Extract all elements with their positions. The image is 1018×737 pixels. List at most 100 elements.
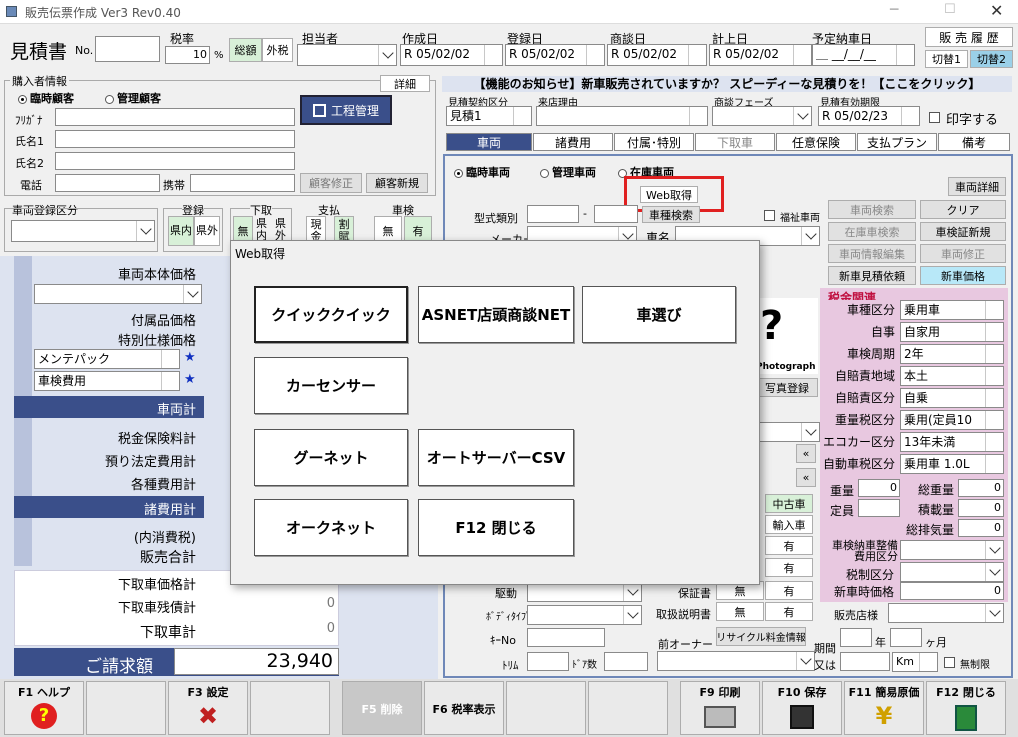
quickquick-button[interactable]: クイッククイック [254,286,408,343]
collapse-button-1[interactable]: « [796,444,816,463]
stock-search-button[interactable]: 在庫車検索 [828,222,916,241]
minimize-icon[interactable]: ─ [890,2,898,18]
contract-select[interactable]: 見積1 [446,106,532,126]
cost-division-select[interactable] [900,540,1004,560]
switch1-button[interactable]: 切替1 [925,50,968,68]
body-price-select[interactable] [34,284,202,304]
tax-row-select-0[interactable]: 乗用車 [900,300,1004,320]
tax-row-select-5[interactable]: 乗用(定員10 [900,410,1004,430]
name2-input[interactable] [55,152,295,170]
f10-save-button[interactable]: F10 保存 [762,681,842,735]
displacement-input[interactable]: 0 [958,519,1004,537]
inspect-cost-select[interactable]: 車検費用 [34,371,180,391]
prev-owner-select[interactable] [657,651,815,671]
notice-banner[interactable]: 【機能のお知らせ】新車販売されていますか？ スピーディーな見積りを！【ここをクリ… [442,76,1012,92]
tax-rate-input[interactable]: 10 [165,46,210,64]
f2-empty-button[interactable] [86,681,166,735]
tax-row-select-6[interactable]: 13年未満 [900,432,1004,452]
load-input[interactable]: 0 [958,499,1004,517]
f5-delete-button[interactable]: F5 削除 [342,681,422,735]
collapse-button-2[interactable]: « [796,468,816,487]
validity-date[interactable]: R 05/02/23 [818,106,920,126]
capacity-input[interactable] [858,499,900,517]
booked-date[interactable]: R 05/02/02 [709,44,812,66]
f1-help-button[interactable]: F1 ヘルプ? [4,681,84,735]
dealer-select[interactable] [888,603,1004,623]
autoserver-csv-button[interactable]: オートサーバーCSV [418,429,574,486]
vehicle-info-edit-button[interactable]: 車両情報編集 [828,244,916,263]
yes-toggle-2[interactable]: 有 [765,558,813,577]
manual-yes-toggle[interactable]: 有 [765,602,813,621]
tax-row-select-2[interactable]: 2年 [900,344,1004,364]
new-price-button[interactable]: 新車価格 [920,266,1006,285]
tab-accessories[interactable]: 付属･特別 [614,133,694,151]
recycle-info-button[interactable]: リサイクル料金情報 [716,627,806,646]
inspect-new-button[interactable]: 車検証新規 [920,222,1006,241]
delivery-date[interactable]: ＿ __/__/__ [812,44,915,66]
photo-register-button[interactable]: 写真登録 [756,378,818,397]
created-date[interactable]: R 05/02/02 [400,44,503,66]
tax-total-toggle[interactable]: 総額 [229,38,262,62]
radio-temp-customer[interactable]: 臨時顧客 [18,90,74,106]
trade-in-toggle[interactable]: 県内 [256,218,268,242]
registered-date[interactable]: R 05/02/02 [505,44,605,66]
aucnet-button[interactable]: オークネット [254,499,408,556]
new-estimate-button[interactable]: 新車見積依頼 [828,266,916,285]
model-input-1[interactable] [527,205,579,223]
km-unit-select[interactable]: Km [892,652,938,672]
tab-vehicle[interactable]: 車両 [446,133,532,151]
tab-insurance[interactable]: 任意保険 [776,133,856,151]
tax-row-select-7[interactable]: 乗用車 1.0L [900,454,1004,474]
model-search-button[interactable]: 車種検索 [642,206,700,223]
maximize-icon[interactable]: ☐ [944,2,956,17]
f3-settings-button[interactable]: F3 設定 ✖ [168,681,248,735]
yes-toggle-1[interactable]: 有 [765,536,813,555]
kana-input[interactable] [55,108,295,126]
goonet-button[interactable]: グーネット [254,429,408,486]
period-year-input[interactable] [840,628,872,647]
tax-row-select-4[interactable]: 自乗 [900,388,1004,408]
close-icon[interactable]: ✕ [990,1,1003,20]
staff-select[interactable] [297,44,397,66]
vehicle-reg-select[interactable] [11,220,155,242]
f7-empty-button[interactable] [506,681,586,735]
maint-pack-select[interactable]: メンテパック [34,349,180,369]
phone-input[interactable] [55,174,160,192]
dialog-close-button[interactable]: F12 閉じる [418,499,574,556]
clear-button[interactable]: クリア [920,200,1006,219]
drive-select[interactable] [527,582,642,602]
key-input[interactable] [527,628,605,647]
warranty-yes-toggle[interactable]: 有 [765,581,813,600]
welfare-checkbox[interactable] [764,210,775,221]
doors-input[interactable] [604,652,648,671]
tab-fees[interactable]: 諸費用 [533,133,613,151]
new-car-price-input[interactable]: 0 [900,582,1004,600]
reg-in-toggle[interactable]: 県内 [168,216,194,246]
customer-edit-button[interactable]: 顧客修正 [300,173,362,193]
visit-reason-select[interactable] [536,106,708,126]
vehicle-detail-button[interactable]: 車両詳細 [948,177,1006,196]
radio-mgmt-vehicle[interactable]: 管理車両 [540,164,596,180]
f11-cost-button[interactable]: F11 簡易原価 ¥ [844,681,924,735]
deal-date[interactable]: R 05/02/02 [607,44,707,66]
unlimited-checkbox[interactable] [944,657,955,668]
buyer-detail-button[interactable]: 詳細 [380,75,430,92]
sales-history-button[interactable]: 販 売 履 歴 [925,27,1013,47]
tax-excl-toggle[interactable]: 外税 [262,38,293,62]
f9-print-button[interactable]: F9 印刷 [680,681,760,735]
tab-notes[interactable]: 備考 [938,133,1010,151]
import-car-button[interactable]: 輸入車 [765,515,813,534]
model-input-2[interactable] [594,205,638,223]
km-input[interactable] [840,652,890,671]
period-month-input[interactable] [890,628,922,647]
f6-tax-display-button[interactable]: F6 税率表示 [424,681,504,735]
manual-none-toggle[interactable]: 無 [716,602,764,621]
used-car-button[interactable]: 中古車 [765,494,813,513]
tax-row-select-3[interactable]: 本土 [900,366,1004,386]
kurumaerabi-button[interactable]: 車選び [582,286,736,343]
carsensor-button[interactable]: カーセンサー [254,357,408,414]
switch2-button[interactable]: 切替2 [970,50,1013,68]
radio-mgmt-customer[interactable]: 管理顧客 [105,90,161,106]
vehicle-edit-button[interactable]: 車両修正 [920,244,1006,263]
name1-input[interactable] [55,130,295,148]
